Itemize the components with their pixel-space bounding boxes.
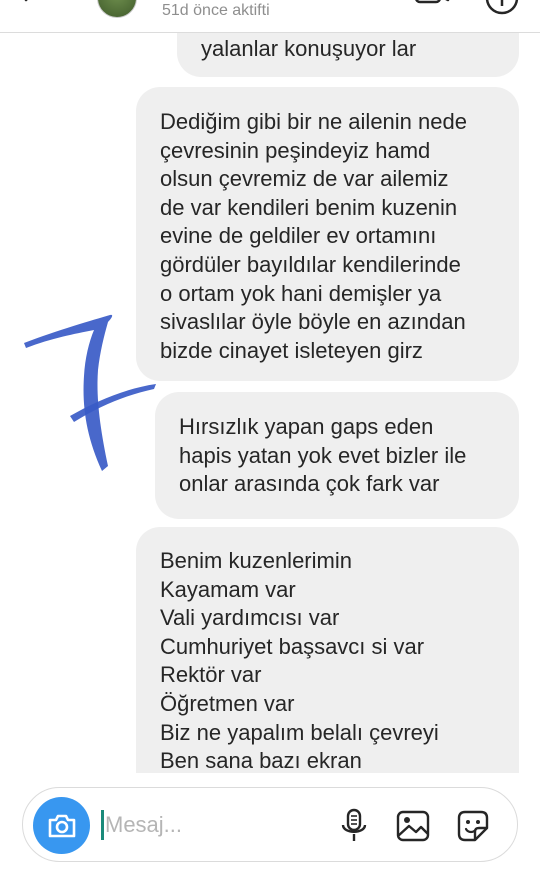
message-input[interactable] — [105, 806, 325, 844]
chat-header: 51d önce aktifti — [0, 0, 540, 33]
dm-thread-screen: 51d önce aktifti yalanlar konuşuyor lar … — [0, 0, 540, 884]
video-call-icon — [415, 0, 450, 4]
message-line: Hırsızlık yapan gaps eden — [179, 414, 434, 439]
sticker-button[interactable] — [455, 807, 491, 845]
message-line: onlar arasında çok fark var — [179, 471, 440, 497]
camera-button[interactable] — [33, 797, 90, 854]
message-line: o ortam yok hani demişler ya — [160, 280, 442, 306]
message-line: olsun çevremiz de var ailemiz — [160, 166, 449, 192]
message-list[interactable]: yalanlar konuşuyor lar Dediğim gibi bir … — [0, 33, 540, 773]
message-line: evine de geldiler ev ortamını — [160, 223, 437, 249]
back-arrow-icon — [24, 0, 28, 2]
message-line: Dediğim gibi bir ne ailenin nede — [160, 109, 467, 134]
gallery-button[interactable] — [395, 807, 431, 845]
info-icon — [485, 0, 519, 15]
message-line: yalanlar konuşuyor lar — [201, 36, 417, 61]
gallery-icon — [396, 810, 430, 842]
text-cursor — [101, 810, 104, 840]
camera-icon — [48, 814, 75, 837]
message-line: sivaslılar öyle böyle en azından — [160, 309, 466, 335]
message-line: Cumhuriyet başsavcı si var — [160, 633, 425, 659]
message-bubble[interactable]: Dediğim gibi bir ne ailenin nede çevresi… — [136, 87, 519, 381]
message-bubble[interactable]: yalanlar konuşuyor lar — [177, 33, 519, 77]
avatar[interactable] — [97, 0, 137, 18]
message-line: bizde cinayet isleteyen girz — [160, 337, 423, 363]
message-bubble[interactable]: Benim kuzenlerimin Kayamam var Vali yard… — [136, 527, 519, 773]
message-line: Kayamam var — [160, 576, 296, 602]
message-line: Biz ne yapalım belalı çevreyi — [160, 719, 439, 745]
message-line: hapis yatan yok evet bizler ile — [179, 442, 467, 468]
message-line: Ben sana bazı ekran — [160, 748, 362, 773]
microphone-button[interactable] — [336, 807, 372, 845]
message-line: Rektör var — [160, 662, 262, 688]
message-line: Vali yardımcısı var — [160, 605, 340, 631]
microphone-icon — [341, 808, 367, 841]
message-bubble[interactable]: Hırsızlık yapan gaps eden hapis yatan yo… — [155, 392, 519, 519]
message-line: de var kendileri benim kuzenin — [160, 194, 458, 220]
message-line: çevresinin peşindeyiz hamd — [160, 137, 431, 163]
back-button[interactable] — [14, 0, 44, 16]
info-button[interactable] — [484, 0, 520, 16]
message-line: Öğretmen var — [160, 690, 295, 716]
message-composer — [22, 787, 518, 862]
message-line: Benim kuzenlerimin — [160, 548, 352, 573]
sticker-icon — [457, 810, 489, 842]
active-status: 51d önce aktifti — [162, 2, 270, 19]
message-line: gördüler bayıldılar kendilerinde — [160, 251, 461, 277]
video-call-button[interactable] — [414, 0, 450, 14]
